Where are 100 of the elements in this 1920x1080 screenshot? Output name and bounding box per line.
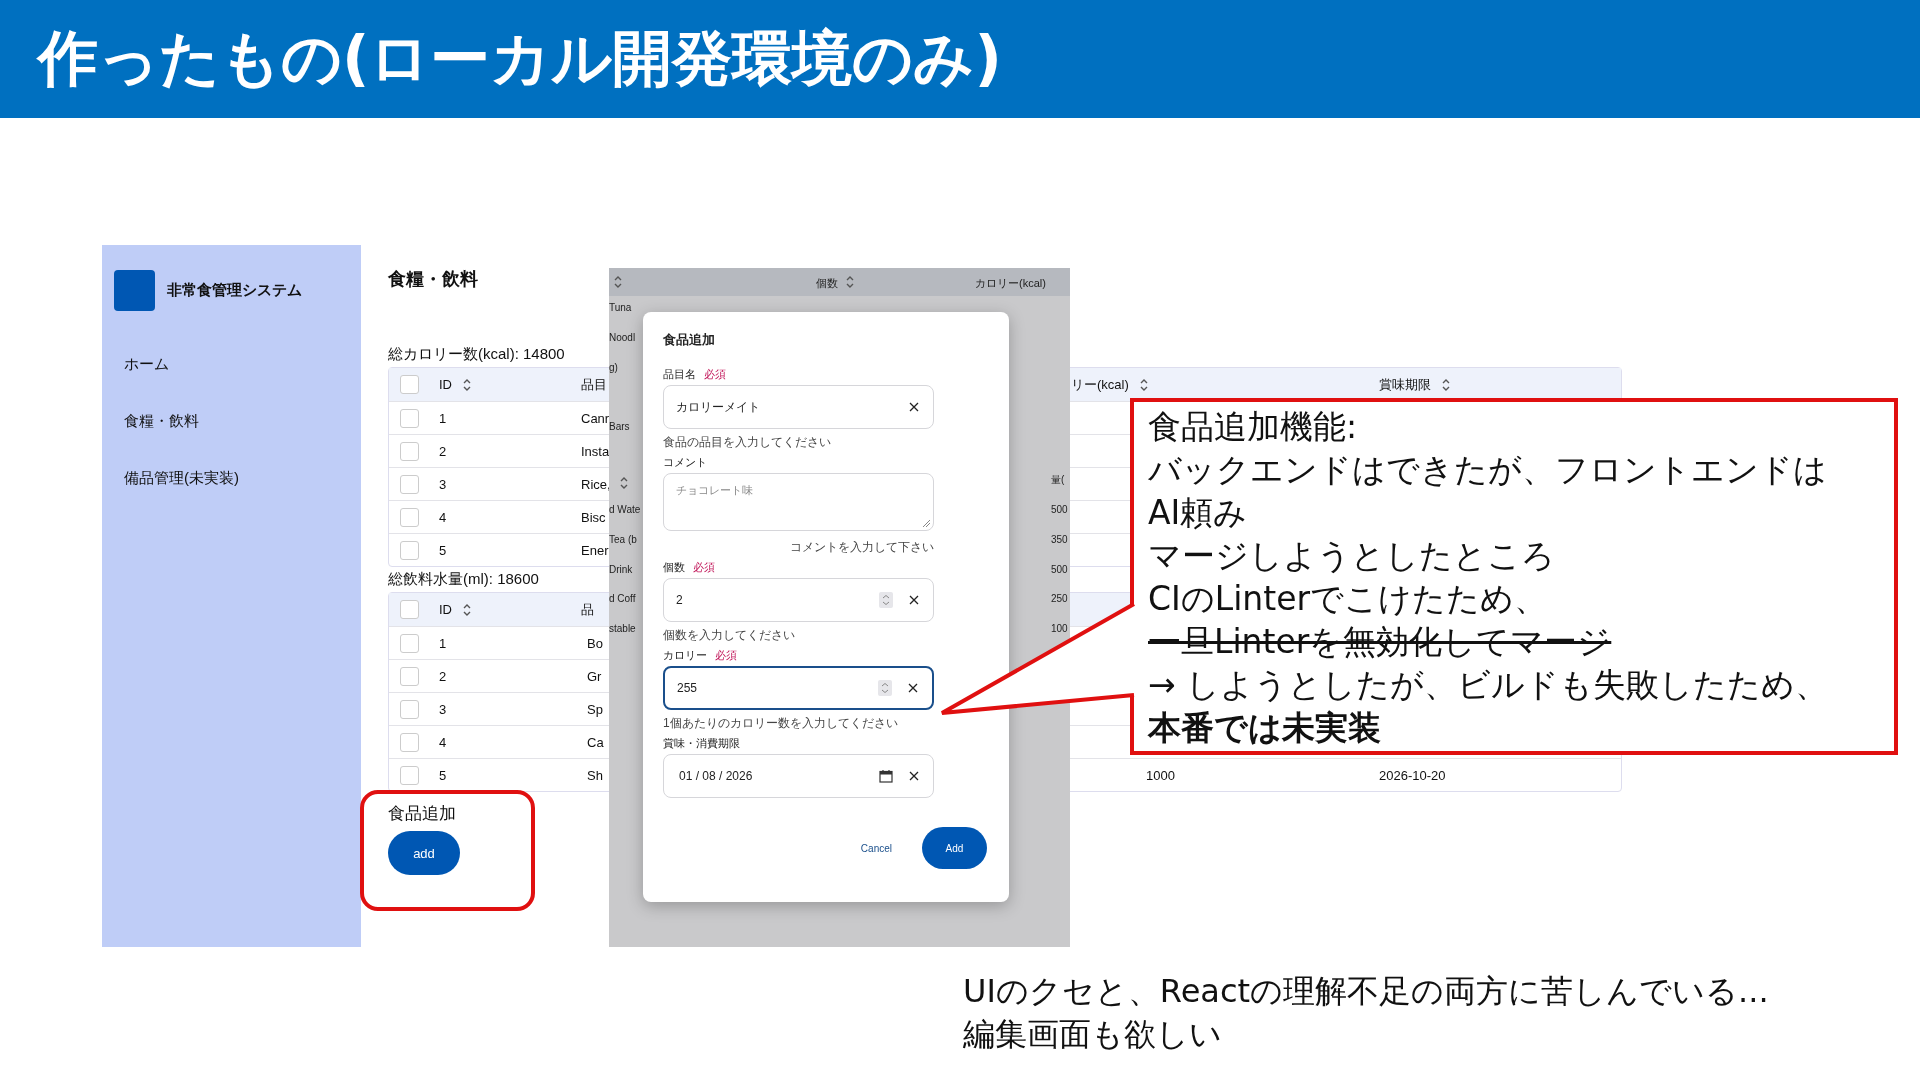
- checkbox[interactable]: [400, 507, 419, 527]
- table-cell: 500: [1051, 564, 1068, 575]
- callout-text: → しようとしたが、ビルドも失敗したため、: [1148, 664, 1830, 706]
- sort-icon[interactable]: [462, 602, 472, 617]
- helper-text: 食品の品目を入力してください: [663, 435, 831, 449]
- table-cell: 4: [439, 509, 447, 525]
- sort-icon[interactable]: [462, 377, 472, 392]
- table-cell: Tuna: [609, 302, 632, 313]
- checkbox[interactable]: [400, 408, 419, 428]
- table-cell: 4: [439, 734, 447, 750]
- table-cell: Bisc: [581, 509, 606, 525]
- comment-field[interactable]: チョコレート味: [663, 473, 934, 531]
- sort-icon[interactable]: [619, 476, 629, 490]
- callout-text: CIのLinterでこけたため、: [1148, 578, 1549, 620]
- callout-text: 本番では未実装: [1148, 707, 1382, 749]
- checkbox[interactable]: [400, 699, 419, 719]
- table-cell: 3: [439, 476, 447, 492]
- table-cell: 5: [439, 767, 447, 783]
- sort-icon[interactable]: [1138, 377, 1149, 392]
- app-logo-icon: [114, 270, 155, 311]
- nav-item[interactable]: ホーム: [102, 335, 361, 392]
- callout-text: AI頼み: [1148, 492, 1249, 534]
- note-text: 編集画面も欲しい: [963, 1014, 1223, 1055]
- sort-icon[interactable]: [613, 275, 623, 289]
- page-title: 食糧・飲料: [388, 268, 478, 291]
- resize-handle-icon[interactable]: [922, 519, 930, 527]
- callout-text: マージしようとしたところ: [1148, 535, 1556, 577]
- table-cell: d Coff: [609, 593, 636, 604]
- checkbox[interactable]: [400, 441, 419, 461]
- sort-icon[interactable]: [1441, 377, 1451, 392]
- table-cell: Rice,: [581, 476, 611, 492]
- required-label: 必須: [715, 649, 737, 662]
- field-label: カロリー: [663, 649, 707, 662]
- spinner-icon[interactable]: [878, 680, 892, 696]
- checkbox[interactable]: [400, 732, 419, 752]
- total-label: 総飲料水量(ml): 18600: [388, 569, 539, 589]
- checkbox[interactable]: [400, 375, 419, 394]
- table-cell: 250: [1051, 593, 1068, 604]
- table-cell: d Wate: [609, 504, 641, 515]
- column-header[interactable]: カロリー(kcal): [975, 276, 1046, 291]
- checkbox[interactable]: [400, 666, 419, 686]
- table-cell: Gr: [587, 668, 602, 684]
- callout-text: バックエンドはできたが、フロントエンドは: [1148, 449, 1828, 491]
- checkbox[interactable]: [400, 600, 419, 619]
- checkbox[interactable]: [400, 765, 419, 785]
- cancel-button[interactable]: Cancel: [856, 838, 896, 858]
- column-header[interactable]: 賞味期限: [1379, 375, 1431, 394]
- input-field[interactable]: 01 / 08 / 2026: [663, 754, 934, 798]
- callout-text: 一旦Linterを無効化してマージ: [1148, 621, 1613, 663]
- table-cell: 1000: [1146, 767, 1175, 783]
- clear-icon[interactable]: [909, 402, 919, 412]
- nav-item[interactable]: 備品管理(未実装): [102, 449, 361, 506]
- required-label: 必須: [704, 368, 726, 381]
- table-cell: Insta: [581, 443, 610, 459]
- clear-icon[interactable]: [909, 595, 919, 605]
- add-button[interactable]: add: [388, 831, 460, 875]
- helper-text: 1個あたりのカロリー数を入力してください: [663, 716, 898, 730]
- table-cell: g): [609, 362, 618, 373]
- table-cell: 500: [1051, 504, 1068, 515]
- input-field[interactable]: カロリーメイト: [663, 385, 934, 429]
- checkbox[interactable]: [400, 633, 419, 653]
- helper-text: 個数を入力してください: [663, 628, 795, 642]
- table-cell: Bars: [609, 421, 630, 432]
- add-button[interactable]: Add: [922, 827, 987, 869]
- helper-text: コメントを入力して下さい: [790, 540, 934, 554]
- field-label: 個数: [663, 561, 685, 574]
- table-cell: Tea (b: [609, 534, 637, 545]
- table-cell: 1: [439, 410, 447, 426]
- section-label: 食品追加: [388, 803, 456, 825]
- table-cell: 1: [439, 635, 447, 651]
- table-cell: Sh: [587, 767, 603, 783]
- column-header[interactable]: 品: [581, 601, 594, 617]
- callout-text: 食品追加機能:: [1148, 406, 1359, 448]
- column-header[interactable]: ID: [439, 602, 452, 617]
- clear-icon[interactable]: [909, 771, 919, 781]
- total-label: 総カロリー数(kcal): 14800: [388, 344, 565, 364]
- column-header[interactable]: 個数: [816, 276, 838, 291]
- table-cell: 3: [439, 701, 447, 717]
- checkbox[interactable]: [400, 474, 419, 494]
- table-cell: 100: [1051, 623, 1068, 634]
- input-field[interactable]: 255: [663, 666, 934, 710]
- checkbox[interactable]: [400, 540, 419, 560]
- calendar-icon[interactable]: [879, 769, 893, 783]
- table-cell: Ca: [587, 734, 604, 750]
- column-header[interactable]: リー(kcal): [1071, 375, 1129, 394]
- required-label: 必須: [693, 561, 715, 574]
- table-cell: 2: [439, 668, 447, 684]
- sort-icon[interactable]: [845, 275, 855, 289]
- table-cell: 5: [439, 542, 447, 558]
- table-cell: 2: [439, 443, 447, 459]
- table-cell: Bo: [587, 635, 603, 651]
- column-header[interactable]: ID: [439, 377, 452, 392]
- nav-item[interactable]: 食糧・飲料: [102, 392, 361, 449]
- clear-icon[interactable]: [908, 683, 918, 693]
- input-field[interactable]: 2: [663, 578, 934, 622]
- slide-title: 作ったもの(ローカル開発環境のみ): [38, 21, 1002, 95]
- field-label: 賞味・消費期限: [663, 737, 740, 750]
- app-name: 非常食管理システム: [167, 281, 302, 300]
- column-header[interactable]: 品目: [581, 376, 607, 392]
- spinner-icon[interactable]: [879, 592, 893, 608]
